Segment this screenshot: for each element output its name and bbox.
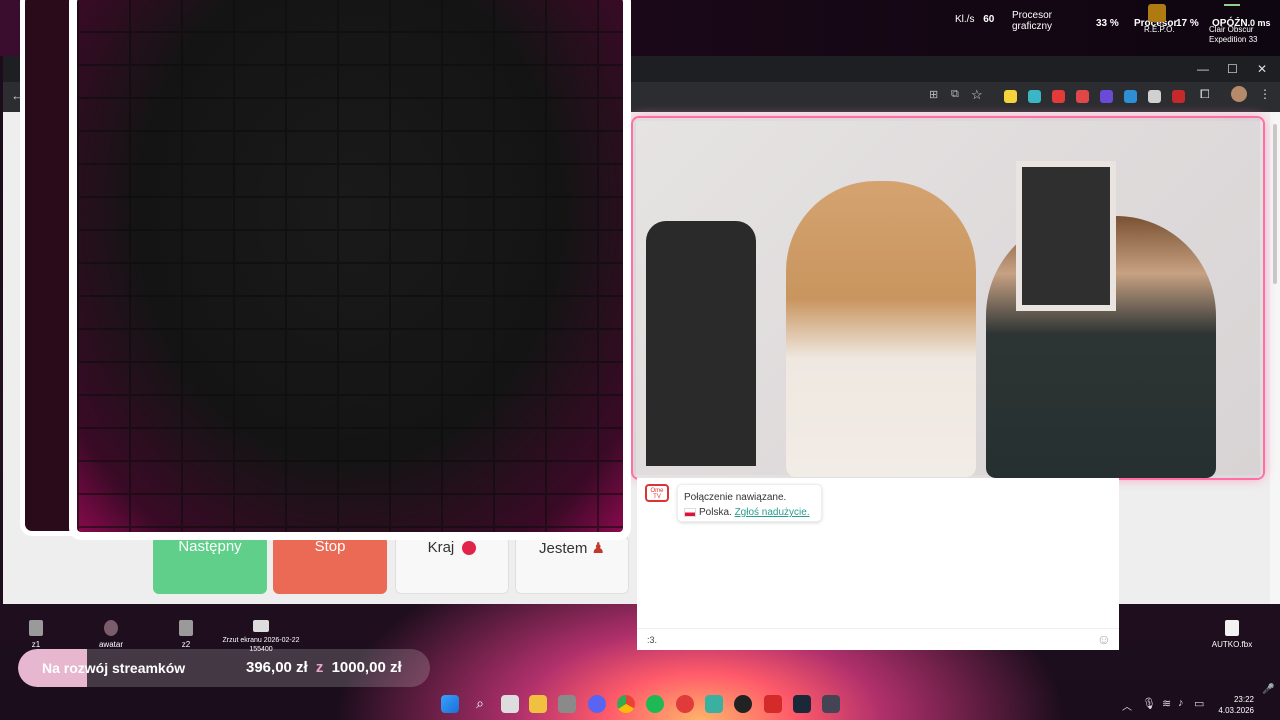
country-button-label: Kraj: [427, 539, 455, 556]
smile-icon[interactable]: ☺: [1097, 631, 1111, 647]
start-windows-icon[interactable]: [441, 695, 459, 713]
file-icon: [1225, 620, 1239, 636]
spotify-icon[interactable]: [646, 695, 664, 713]
image-icon: [104, 620, 118, 636]
goal-title: Na rozwój streamków: [42, 660, 186, 676]
goal-separator: z: [315, 659, 324, 676]
poland-flag-icon: [684, 507, 696, 517]
stranger-video: [633, 118, 1263, 478]
gender-button-label: Jestem: [539, 540, 588, 557]
person-woman: [786, 181, 976, 477]
country-text: Polska.: [699, 507, 732, 518]
taskview-icon[interactable]: [501, 695, 519, 713]
extension-record-icon[interactable]: [1076, 90, 1089, 103]
extensions-puzzle-icon[interactable]: ⧠: [1200, 87, 1210, 102]
system-message: Połączenie nawiązane. Polska. Zgłoś nadu…: [677, 484, 822, 522]
extension-translate-icon[interactable]: [1028, 90, 1041, 103]
chat-panel: Ome TV Połączenie nawiązane. Polska. Zgł…: [637, 478, 1119, 650]
settings-app-icon[interactable]: [822, 695, 840, 713]
ometv-logo: Ome TV: [645, 484, 669, 502]
connected-text: Połączenie nawiązane.: [684, 492, 787, 503]
gpu-label-line1: Procesor: [1012, 10, 1053, 21]
gpu-label: Procesor graficzny: [1012, 10, 1052, 32]
extension-badge-icon[interactable]: [1100, 90, 1113, 103]
expedition-game-icon: [1224, 4, 1240, 14]
doorway: [1016, 161, 1116, 311]
battery-icon[interactable]: ▭: [1194, 697, 1204, 710]
gaming-chair: [646, 221, 756, 466]
report-abuse-link[interactable]: Zgłoś nadużycie.: [735, 507, 810, 518]
person-icon: ♟: [591, 540, 605, 557]
goal-current: 396,00 zł: [246, 659, 308, 676]
desktop-icon-label: awatar: [98, 640, 123, 649]
file-icon: [29, 620, 43, 636]
screenshot-icon: [253, 620, 269, 632]
desktop-icon-z2[interactable]: z2: [151, 620, 221, 649]
volume-icon[interactable]: ♪: [1178, 697, 1184, 709]
chat-input-value: :3.: [647, 635, 658, 645]
maximize-button[interactable]: ☐: [1227, 62, 1238, 76]
file-icon: [179, 620, 193, 636]
desktop-icon-label: z2: [181, 640, 191, 649]
extension-m-icon[interactable]: [1124, 90, 1137, 103]
fps-label: Kl./s: [955, 14, 975, 25]
clock-date: 4.03.2026: [1218, 706, 1254, 715]
clock[interactable]: 23:22 4.03.2026: [1214, 694, 1254, 716]
install-app-icon[interactable]: ⧉: [951, 88, 959, 101]
gender-button[interactable]: Jestem ♟: [515, 536, 629, 594]
goal-amounts: 396,00 zł z 1000,00 zł: [246, 659, 402, 676]
next-button[interactable]: Następny: [153, 536, 267, 594]
tray-chevron-icon[interactable]: ︿: [1122, 698, 1132, 713]
country-button[interactable]: Kraj: [395, 536, 509, 594]
goal-target: 1000,00 zł: [331, 659, 402, 676]
app-icon[interactable]: [705, 695, 723, 713]
desktop-icon-autko[interactable]: AUTKO.fbx: [1197, 620, 1267, 649]
location-app-icon[interactable]: [734, 695, 752, 713]
red-app-icon[interactable]: [764, 695, 782, 713]
overlay-card: [69, 0, 631, 540]
bookmark-star-icon[interactable]: ☆: [971, 87, 983, 103]
gpu-value: 33 %: [1096, 18, 1119, 29]
mic-indicator-icon: 🎤: [1262, 684, 1275, 695]
snipping-tool-icon[interactable]: [558, 695, 576, 713]
repo-game-label: R.E.P.O.: [1144, 25, 1175, 34]
gpu-label-line2: graficzny: [1012, 21, 1053, 32]
search-icon[interactable]: ⌕: [471, 695, 489, 713]
menu-dots-icon[interactable]: ⋮: [1259, 87, 1271, 101]
cpu-value: 17 %: [1176, 18, 1199, 29]
brick-wall-texture: [77, 0, 623, 532]
extension-adblock-icon[interactable]: [1052, 90, 1065, 103]
fps-stat: Kl./s 60: [955, 14, 994, 25]
wifi-icon[interactable]: ≋: [1162, 697, 1171, 710]
expedition-line2: Expedition 33: [1209, 35, 1258, 44]
chat-input[interactable]: :3. ☺: [637, 628, 1119, 650]
close-button[interactable]: ✕: [1257, 62, 1267, 76]
extension-shield-icon[interactable]: [1172, 90, 1185, 103]
extension-w-icon[interactable]: [1004, 90, 1017, 103]
steam-icon[interactable]: [793, 695, 811, 713]
donation-goal-bar: Na rozwój streamków 396,00 zł z 1000,00 …: [18, 649, 430, 687]
expedition-game-label: Clair Obscur Expedition 33: [1209, 25, 1257, 45]
repo-game-icon: [1148, 4, 1166, 22]
scrollbar-thumb[interactable]: [1273, 124, 1277, 284]
extension-pen-icon[interactable]: [1148, 90, 1161, 103]
obs-icon[interactable]: [676, 695, 694, 713]
expedition-line1: Clair Obscur: [1209, 25, 1254, 34]
country-flag-icon: [462, 541, 477, 556]
scrollbar[interactable]: [1270, 112, 1280, 604]
desktop-icon-z1[interactable]: z1: [1, 620, 71, 649]
fps-value: 60: [983, 14, 995, 25]
desktop-icon-label: z1: [31, 640, 41, 649]
translate-icon[interactable]: ⊞: [929, 88, 938, 101]
discord-icon[interactable]: [588, 695, 606, 713]
stop-button[interactable]: Stop: [273, 536, 387, 594]
chrome-icon[interactable]: [617, 695, 635, 713]
microphone-icon[interactable]: 🎙: [1142, 697, 1156, 710]
desktop-icon-awatar[interactable]: awatar: [76, 620, 146, 649]
minimize-button[interactable]: —: [1197, 62, 1209, 76]
clock-time: 23:22: [1233, 695, 1254, 704]
file-explorer-icon[interactable]: [529, 695, 547, 713]
profile-avatar[interactable]: [1231, 86, 1247, 102]
desktop-icon-label: AUTKO.fbx: [1211, 640, 1253, 649]
